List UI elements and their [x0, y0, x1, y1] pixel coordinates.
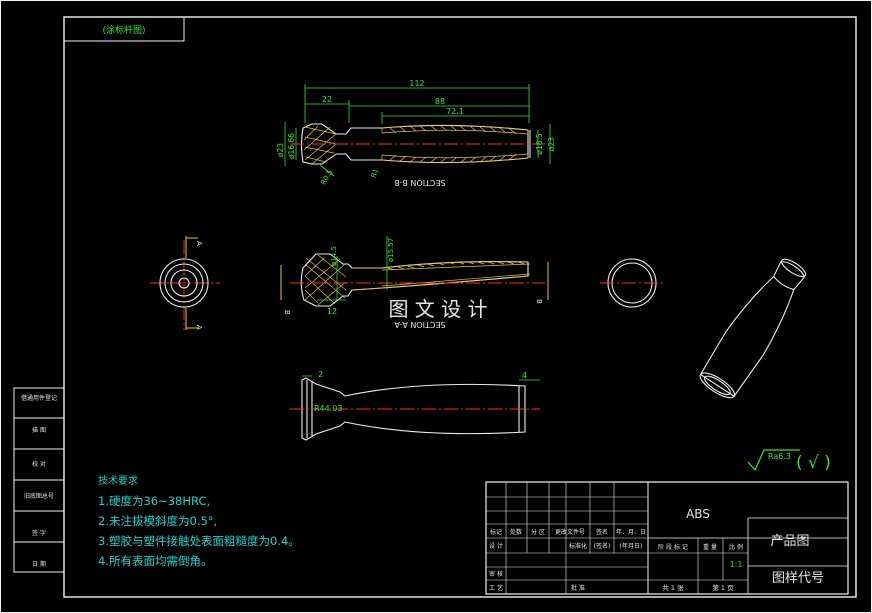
tb-sign: (签名) — [594, 542, 611, 550]
tb-scale: 1:1 — [730, 560, 743, 569]
tb-approve: 批 准 — [571, 584, 585, 592]
tb-stage-header: 阶 段 标 记 — [658, 543, 688, 551]
tb-header-cell: 更改文件号 — [555, 528, 585, 536]
isometric-view — [699, 258, 807, 399]
tb-process: 工 艺 — [489, 584, 503, 592]
technical-notes: 技术要求 1.硬度为36~38HRC, 2.未注拔模斜度为0.5°, 3.塑胶与… — [98, 474, 300, 568]
roughness-value: Ra6.3 — [768, 452, 791, 461]
dim-r1-label: R1 — [370, 168, 381, 180]
dim-112-label: 112 — [409, 79, 424, 88]
tb-standardization: 标准化 — [569, 542, 587, 550]
title-block: ABS 产品图 图样代号 标记 处数 分 区 更改文件号 签名 年、月、日 设 … — [485, 481, 849, 595]
side-table-cell: 日 期 — [32, 560, 46, 568]
tb-date: (年月日) — [620, 542, 643, 550]
dim-d15-label: ø15.57 — [387, 238, 395, 262]
section-bb-view: 112 22 88 72.1 ø23 ø16.66 ø18.5 ø23 R0.5… — [276, 79, 556, 187]
tb-stage-header: 比 例 — [729, 543, 743, 551]
dim-4-label: 4 — [522, 371, 527, 380]
section-a-label-top: A — [195, 241, 203, 246]
watermark: 图 文 设 计 — [388, 297, 487, 321]
dim-12-label: 12 — [327, 307, 337, 316]
section-b-label-right: B — [535, 299, 543, 304]
tb-header-cell: 年、月、日 — [616, 528, 646, 536]
product-name: 产品图 — [770, 534, 809, 549]
tech-note-item: 3.塑胶与塑件接触处表面粗糙度为0.4。 — [98, 534, 300, 548]
right-end-view — [600, 258, 664, 308]
elevation-view: 2 4 R44.03 — [290, 370, 540, 441]
dim-72-label: 72.1 — [446, 107, 464, 116]
dim-88-label: 88 — [435, 97, 445, 106]
section-bb-head-hatch — [303, 125, 337, 165]
section-aa-shell-lines — [351, 261, 529, 291]
drawing-code: 图样代号 — [772, 571, 824, 586]
tb-header-cell: 分 区 — [531, 528, 545, 536]
section-a-label-bottom: A — [195, 325, 203, 330]
iso-neck-line — [773, 276, 794, 291]
tb-review: 审 核 — [489, 570, 503, 578]
left-end-view: A A — [150, 236, 220, 330]
iso-body-outline — [699, 261, 805, 397]
tech-notes-heading: 技术要求 — [98, 474, 138, 487]
tech-note-item: 4.所有表面均需倒角。 — [98, 554, 212, 568]
side-table-cell: 描 图 — [32, 426, 46, 434]
tb-sheets-total: 共 1 张 — [662, 583, 684, 592]
side-table-cell: 校 对 — [32, 460, 46, 468]
dim-d18-label: ø18.5 — [535, 133, 544, 155]
stamp-label: (涂标杆图) — [102, 24, 145, 36]
side-table-cell: 借通用件登记 — [21, 394, 57, 402]
dim-22-label: 22 — [322, 95, 332, 104]
section-b-label-left: B — [283, 310, 291, 315]
side-table-cell: 旧底图总号 — [24, 492, 54, 500]
dim-d16-label: ø16.66 — [287, 133, 296, 159]
tb-stage-header: 重 量 — [703, 543, 717, 551]
section-aa-head-hatch — [304, 254, 347, 306]
iso-top-rim — [780, 258, 807, 278]
dim-r05-label: R0.5 — [319, 169, 334, 187]
dim-2-label: 2 — [318, 370, 323, 379]
roughness-symbol: Ra6.3 ( √ ) — [747, 449, 831, 473]
side-table: 借通用件登记 描 图 校 对 旧底图总号 签 字 日 期 — [13, 387, 65, 573]
tb-header-cell: 处数 — [510, 528, 522, 536]
dim-d23-left-label: ø23 — [276, 143, 285, 157]
tech-note-item: 2.未注拔模斜度为0.5°, — [98, 514, 217, 528]
cad-drawing-canvas: (涂标杆图) 112 22 88 72.1 ø23 ø16.66 ø18.5 ø… — [0, 0, 872, 613]
tb-design: 设 计 — [489, 542, 503, 550]
tb-sheet-no: 第 1 页 — [712, 583, 734, 592]
tech-note-item: 1.硬度为36~38HRC, — [98, 494, 210, 508]
roughness-suffix: ( √ ) — [796, 453, 831, 473]
tb-header-cell: 标记 — [490, 528, 502, 536]
dim-d23-right-label: ø23 — [547, 137, 556, 151]
side-table-cell: 签 字 — [32, 529, 46, 537]
dim-d14-label: ø14.5 — [330, 246, 338, 266]
material-label: ABS — [686, 507, 710, 521]
section-bb-label: SECTION B-B — [394, 178, 445, 187]
dim-r44-label: R44.03 — [314, 404, 342, 413]
tb-header-cell: 签名 — [596, 528, 608, 536]
